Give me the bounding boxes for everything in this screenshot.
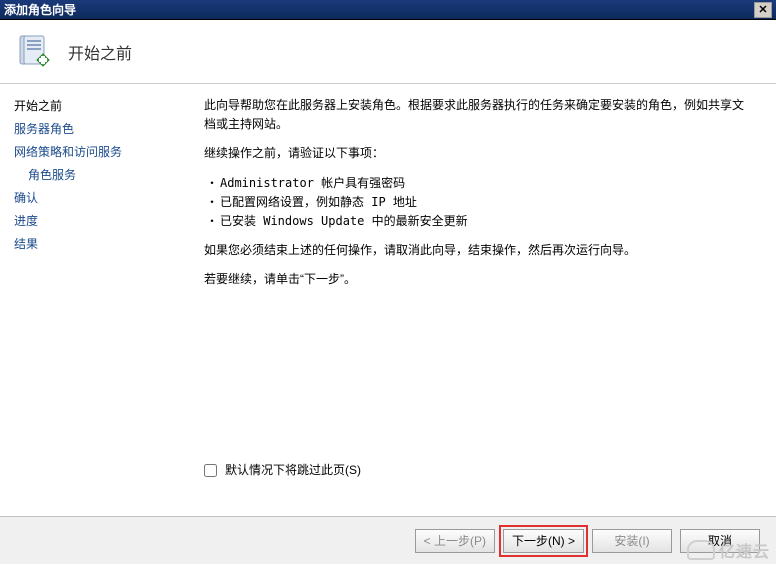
titlebar: 添加角色向导 ✕: [0, 0, 776, 20]
install-button[interactable]: 安装(I): [592, 529, 672, 553]
verify-bullet: Administrator 帐户具有强密码: [220, 174, 752, 193]
wizard-main: 此向导帮助您在此服务器上安装角色。根据要求此服务器执行的任务来确定要安装的角色，…: [200, 84, 776, 516]
skip-page-label: 默认情况下将跳过此页(S): [225, 461, 361, 480]
wizard-footer: < 上一步(P) 下一步(N) > 安装(I) 取消: [0, 516, 776, 564]
sidebar-item-server-roles[interactable]: 服务器角色: [14, 117, 200, 140]
sidebar-item-progress[interactable]: 进度: [14, 209, 200, 232]
verify-bullet: 已安装 Windows Update 中的最新安全更新: [220, 212, 752, 231]
watermark-cloud-icon: [687, 540, 715, 560]
verify-heading: 继续操作之前，请验证以下事项：: [204, 144, 752, 163]
skip-page-row: 默认情况下将跳过此页(S): [204, 461, 361, 480]
intro-text: 此向导帮助您在此服务器上安装角色。根据要求此服务器执行的任务来确定要安装的角色，…: [204, 96, 752, 134]
continue-hint: 若要继续，请单击“下一步”。: [204, 270, 752, 289]
cancel-hint: 如果您必须结束上述的任何操作，请取消此向导，结束操作，然后再次运行向导。: [204, 241, 752, 260]
sidebar-item-before-you-begin[interactable]: 开始之前: [14, 94, 200, 117]
previous-button[interactable]: < 上一步(P): [415, 529, 495, 553]
sidebar-item-nps[interactable]: 网络策略和访问服务: [14, 140, 200, 163]
sidebar-item-role-services[interactable]: 角色服务: [14, 163, 200, 186]
verify-bullet: 已配置网络设置，例如静态 IP 地址: [220, 193, 752, 212]
close-button[interactable]: ✕: [754, 2, 772, 18]
wizard-sidebar: 开始之前 服务器角色 网络策略和访问服务 角色服务 确认 进度 结果: [0, 84, 200, 516]
sidebar-item-results[interactable]: 结果: [14, 232, 200, 255]
window-title: 添加角色向导: [4, 0, 76, 20]
close-icon: ✕: [758, 0, 767, 20]
wizard-header-icon: [14, 32, 54, 72]
sidebar-item-confirmation[interactable]: 确认: [14, 186, 200, 209]
next-button[interactable]: 下一步(N) >: [503, 529, 584, 553]
watermark: 亿速云: [687, 538, 770, 562]
skip-page-checkbox[interactable]: [204, 464, 217, 477]
verify-list: Administrator 帐户具有强密码 已配置网络设置，例如静态 IP 地址…: [204, 174, 752, 232]
watermark-text: 亿速云: [719, 538, 770, 562]
wizard-header: 开始之前: [0, 20, 776, 84]
wizard-body: 开始之前 服务器角色 网络策略和访问服务 角色服务 确认 进度 结果 此向导帮助…: [0, 84, 776, 516]
page-title: 开始之前: [68, 40, 132, 64]
